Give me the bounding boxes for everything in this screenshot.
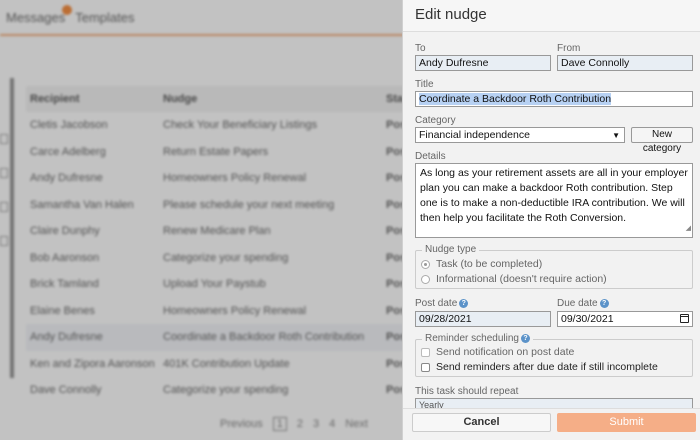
help-icon[interactable]: ? bbox=[459, 298, 469, 308]
reminder-due-option[interactable]: Send reminders after due date if still i… bbox=[421, 361, 658, 373]
details-textarea[interactable]: As long as your retirement assets are al… bbox=[415, 163, 693, 238]
to-field[interactable]: Andy Dufresne bbox=[415, 55, 551, 71]
checkbox-icon[interactable] bbox=[421, 347, 430, 357]
category-value: Financial independence bbox=[419, 129, 530, 141]
reminder-label: Reminder scheduling? bbox=[422, 333, 533, 344]
type-info-option[interactable]: Informational (doesn't require action) bbox=[421, 273, 607, 285]
type-task-label: Task (to be completed) bbox=[436, 258, 543, 270]
from-field[interactable]: Dave Connolly bbox=[557, 55, 693, 71]
post-date-input[interactable]: 09/28/2021 bbox=[415, 311, 551, 327]
details-label: Details bbox=[415, 151, 446, 162]
title-value: Coordinate a Backdoor Roth Contribution bbox=[419, 93, 612, 105]
to-label: To bbox=[415, 43, 426, 54]
title-input[interactable]: Coordinate a Backdoor Roth Contribution bbox=[415, 91, 693, 107]
panel-title: Edit nudge bbox=[403, 0, 700, 32]
nudge-type-label: Nudge type bbox=[422, 244, 480, 255]
edit-nudge-panel: Edit nudge To Andy Dufresne From Dave Co… bbox=[402, 0, 700, 440]
title-label: Title bbox=[415, 79, 434, 90]
calendar-icon[interactable] bbox=[680, 314, 689, 323]
submit-button[interactable]: Submit bbox=[557, 413, 696, 432]
chevron-down-icon: ▼ bbox=[612, 131, 620, 140]
details-value: As long as your retirement assets are al… bbox=[420, 167, 688, 224]
cancel-button[interactable]: Cancel bbox=[412, 413, 551, 432]
radio-icon[interactable] bbox=[421, 259, 430, 269]
reminder-post-label: Send notification on post date bbox=[436, 346, 575, 358]
reminder-due-label: Send reminders after due date if still i… bbox=[436, 361, 658, 373]
due-date-input[interactable]: 09/30/2021 bbox=[557, 311, 693, 327]
due-date-value: 09/30/2021 bbox=[561, 313, 614, 325]
category-select[interactable]: Financial independence ▼ bbox=[415, 127, 625, 143]
help-icon[interactable]: ? bbox=[599, 298, 609, 308]
help-icon[interactable]: ? bbox=[520, 333, 530, 343]
due-date-label: Due date? bbox=[557, 298, 609, 309]
from-label: From bbox=[557, 43, 581, 54]
post-date-label: Post date? bbox=[415, 298, 469, 309]
category-label: Category bbox=[415, 115, 456, 126]
type-task-option[interactable]: Task (to be completed) bbox=[421, 258, 542, 270]
panel-footer: Cancel Submit bbox=[403, 408, 700, 440]
modal-overlay[interactable] bbox=[0, 0, 402, 440]
new-category-button[interactable]: New category bbox=[631, 127, 693, 154]
radio-icon[interactable] bbox=[421, 274, 430, 284]
checkbox-icon[interactable] bbox=[421, 362, 430, 372]
resize-grip-icon[interactable]: ◢ bbox=[686, 221, 691, 236]
reminder-post-option[interactable]: Send notification on post date bbox=[421, 346, 574, 358]
type-info-label: Informational (doesn't require action) bbox=[436, 273, 607, 285]
repeat-label: This task should repeat bbox=[415, 386, 519, 397]
